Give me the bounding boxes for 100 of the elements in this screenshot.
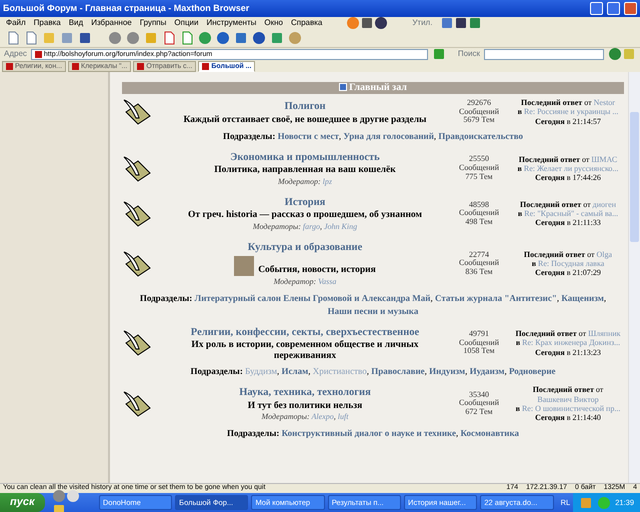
post-date: Сегодня в 21:14:57: [534, 116, 602, 126]
board-description: И тут без политики нельзя: [248, 400, 362, 410]
topic-link[interactable]: Re: О шовинистической пр...: [522, 404, 620, 413]
board-title-link[interactable]: Полигон: [164, 98, 446, 115]
board-description: Политика, направленная на ваш кошелёк: [214, 165, 396, 176]
menu-item[interactable]: Опции: [174, 17, 198, 29]
last-reply-label: Последний ответ от: [518, 154, 590, 164]
topic-link[interactable]: Re: Посудная лавка: [538, 259, 604, 268]
board-description: Каждый отстаивает своё, не вошедшее в другие разделы: [184, 114, 426, 125]
post-count: 22774: [468, 250, 490, 259]
subboard-link[interactable]: Ислам: [282, 366, 308, 376]
topic-link[interactable]: Re: Желает ли руссиянско...: [524, 164, 618, 173]
quill-paper-icon: [122, 98, 152, 126]
subboard-link[interactable]: Литературный салон Елены Громовой и Александра Май: [194, 292, 430, 303]
subboard-link[interactable]: Урна для голосований: [343, 131, 434, 141]
board-title-link[interactable]: Культура и образование: [164, 240, 446, 256]
in-label: в: [516, 338, 520, 348]
board-description: От греч. historia — рассказ о прошедшем, об узнанном: [188, 210, 422, 220]
menu-item[interactable]: Файл: [6, 17, 26, 29]
menu-item[interactable]: Окно: [264, 17, 283, 29]
author-link[interactable]: Шляпник: [588, 329, 621, 338]
moderators-line: Модераторы: Alexpo, luft: [260, 410, 350, 423]
last-reply-label: Последний ответ от: [524, 250, 595, 259]
post-count: 48598: [468, 200, 490, 209]
board-title-link[interactable]: История: [164, 194, 446, 210]
author-link[interactable]: Nestor: [594, 98, 615, 108]
subboards-line: Подразделы: Буддизм, Ислам, Христианство, Православие, Индуизм, Иудаизм, Родноверие: [189, 365, 557, 378]
topic-count: 1058 Тем: [463, 347, 495, 356]
topic-count: 672 Тем: [464, 408, 494, 418]
search-field[interactable]: [484, 48, 604, 60]
in-label: в: [532, 259, 536, 268]
author-link[interactable]: Вашкевич Виктор: [537, 394, 599, 404]
author-link[interactable]: ШМАС: [591, 154, 618, 164]
menu-item[interactable]: Вид: [68, 17, 84, 29]
moderators-line: Модераторы: fargo, John King: [252, 220, 358, 233]
topic-link[interactable]: Re: Крах инженера Докинз...: [522, 338, 620, 348]
menu-item[interactable]: Правка: [34, 17, 61, 29]
moderator-link[interactable]: lpz: [322, 176, 332, 186]
last-reply-label: Последний ответ от: [521, 98, 592, 108]
author-link[interactable]: Olga: [596, 250, 612, 259]
moderators-line: Модератор: Vassa: [272, 276, 338, 288]
board-title-link[interactable]: Экономика и промышленность: [164, 150, 446, 166]
moderator-link[interactable]: John King: [324, 222, 358, 231]
moderator-link[interactable]: luft: [338, 412, 348, 421]
moderators-line: Модератор: lpz: [277, 176, 333, 188]
moderator-link[interactable]: Alexpo: [312, 412, 334, 421]
board-title-link[interactable]: Наука, техника, технология: [164, 384, 446, 400]
quill-paper-icon: [122, 200, 152, 228]
menu-item[interactable]: Группы: [140, 17, 166, 29]
quill-paper-icon: [122, 154, 152, 183]
subboard-link[interactable]: Наши песни и музыка: [328, 306, 418, 316]
post-date: Сегодня в 21:11:33: [534, 218, 602, 228]
in-label: в: [518, 164, 522, 173]
last-reply-label: Последний ответ от: [520, 200, 591, 209]
menu-item[interactable]: Избранное: [91, 17, 132, 29]
subboard-link[interactable]: Правдоискательство: [438, 131, 524, 141]
topic-count: 836 Тем: [464, 268, 494, 277]
menu-item[interactable]: Инструменты: [206, 17, 256, 29]
subboard-link[interactable]: Индуизм: [429, 366, 466, 376]
post-count: 35340: [468, 390, 490, 399]
start-button[interactable]: пуск: [0, 493, 45, 512]
subboards-line: Подразделы: Конструктивный диалог о науке и технике, Космонавтика: [226, 426, 520, 440]
subboard-link[interactable]: Космонавтика: [460, 428, 520, 438]
moderator-link[interactable]: fargo: [302, 222, 320, 231]
last-reply-label: Последний ответ от: [515, 329, 586, 338]
window-title: Большой Форум - Главная страница - Maxthon Browser: [3, 2, 250, 15]
menu-item[interactable]: Справка: [290, 17, 322, 29]
scrollbar[interactable]: [628, 72, 640, 483]
topic-link[interactable]: Re: Россияне и украинцы ...: [524, 107, 618, 116]
subboard-link[interactable]: Иудаизм: [470, 366, 504, 376]
new-page-icon[interactable]: [6, 31, 20, 45]
subboards-line: Подразделы: Литературный салон Елены Громовой и Александра Май, Статьи журнала "Антитезис", Кащенизм, Наши песни и музыка: [138, 292, 608, 318]
in-label: в: [518, 107, 522, 116]
topic-link[interactable]: Re: "Красный" - самый ва...: [524, 209, 618, 218]
subboard-link[interactable]: Статьи журнала "Антитезис": [434, 292, 557, 303]
topic-count: 498 Тем: [464, 218, 494, 227]
subboard-link[interactable]: Конструктивный диалог о науке и технике: [282, 428, 456, 438]
subboard-link[interactable]: Родноверие: [508, 366, 556, 376]
subboard-link[interactable]: Православие: [371, 366, 425, 376]
page-icon[interactable]: [24, 31, 38, 45]
topic-count: 5679 Тем: [463, 116, 495, 126]
section-header: Главный зал: [122, 82, 624, 94]
author-link[interactable]: диоген: [592, 200, 616, 209]
board-description: Их роль в истории, современном обществе и личных переживаниях: [191, 340, 419, 361]
topic-count: 775 Тем: [464, 172, 494, 182]
post-count: 49791: [468, 330, 490, 339]
utilities-label: Утил.: [412, 17, 432, 29]
posts-label: Сообщений: [458, 259, 500, 268]
post-count: 292676: [466, 98, 492, 108]
subboard-link[interactable]: Кащенизм: [561, 292, 604, 303]
board-title-link[interactable]: Религии, конфессии, секты, сверхъестественное: [164, 324, 446, 340]
subboard-link[interactable]: Новости с мест: [278, 131, 339, 141]
quill-paper-icon: [122, 390, 152, 418]
post-date: Сегодня в 17:44:26: [534, 173, 602, 182]
quill-paper-icon: [122, 328, 152, 357]
in-label: в: [518, 209, 522, 218]
moderator-link[interactable]: Vassa: [318, 276, 336, 286]
post-date: Сегодня в 21:13:23: [534, 348, 602, 357]
subboards-line: Подразделы: Новости с мест, Урна для голосований, Правдоискательство: [222, 130, 524, 143]
post-date: Сегодня в 21:14:40: [534, 413, 602, 422]
